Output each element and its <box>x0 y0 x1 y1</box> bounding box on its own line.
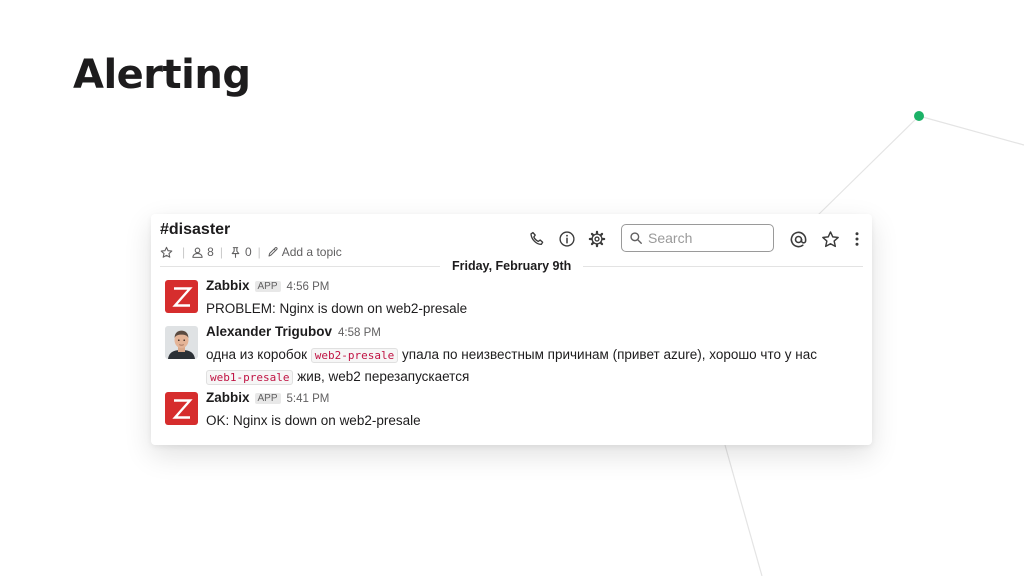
search-input[interactable] <box>648 230 763 246</box>
sender-name[interactable]: Alexander Trigubov <box>206 324 332 339</box>
inline-code: web2-presale <box>310 348 399 363</box>
pencil-icon[interactable] <box>267 246 279 258</box>
app-badge: APP <box>254 393 281 404</box>
message-time[interactable]: 5:41 PM <box>287 393 330 405</box>
add-topic-link[interactable]: Add a topic <box>282 245 342 259</box>
sender-name[interactable]: Zabbix <box>206 390 250 405</box>
gear-icon[interactable] <box>586 228 608 250</box>
message-time[interactable]: 4:56 PM <box>287 281 330 293</box>
app-badge: APP <box>254 281 281 292</box>
sender-name[interactable]: Zabbix <box>206 278 250 293</box>
inline-code: web1-presale <box>206 370 294 385</box>
message-header: Alexander Trigubov 4:58 PM <box>206 324 381 339</box>
star-icon[interactable] <box>819 228 841 250</box>
channel-meta: | 8 | 0 | Add a topic <box>160 245 342 259</box>
slack-channel-window: #disaster | 8 | 0 | Add a topic Search F… <box>151 214 872 445</box>
star-outline-icon[interactable] <box>160 246 173 259</box>
channel-name[interactable]: #disaster <box>160 221 230 239</box>
pin-icon[interactable] <box>229 246 242 259</box>
date-divider: Friday, February 9th <box>440 257 584 275</box>
message-time[interactable]: 4:58 PM <box>338 327 381 339</box>
pins-count[interactable]: 0 <box>245 245 252 259</box>
message-text: OK: Nginx is down on web2-presale <box>206 413 421 428</box>
zabbix-avatar[interactable] <box>165 280 198 313</box>
message-text: PROBLEM: Nginx is down on web2-presale <box>206 301 468 316</box>
zabbix-avatar[interactable] <box>165 392 198 425</box>
message-header: Zabbix APP 5:41 PM <box>206 390 329 405</box>
at-icon[interactable] <box>787 228 809 250</box>
message-text: одна из коробок web2-presale упала по не… <box>206 347 817 385</box>
search-icon <box>629 231 643 245</box>
members-icon[interactable] <box>191 246 204 259</box>
members-count[interactable]: 8 <box>207 245 214 259</box>
slide-title: Alerting <box>73 52 251 98</box>
search-box[interactable] <box>621 224 774 252</box>
user-avatar[interactable] <box>165 326 198 359</box>
message-header: Zabbix APP 4:56 PM <box>206 278 329 293</box>
info-icon[interactable] <box>556 228 578 250</box>
more-vertical-icon[interactable] <box>846 228 868 250</box>
phone-icon[interactable] <box>526 228 548 250</box>
